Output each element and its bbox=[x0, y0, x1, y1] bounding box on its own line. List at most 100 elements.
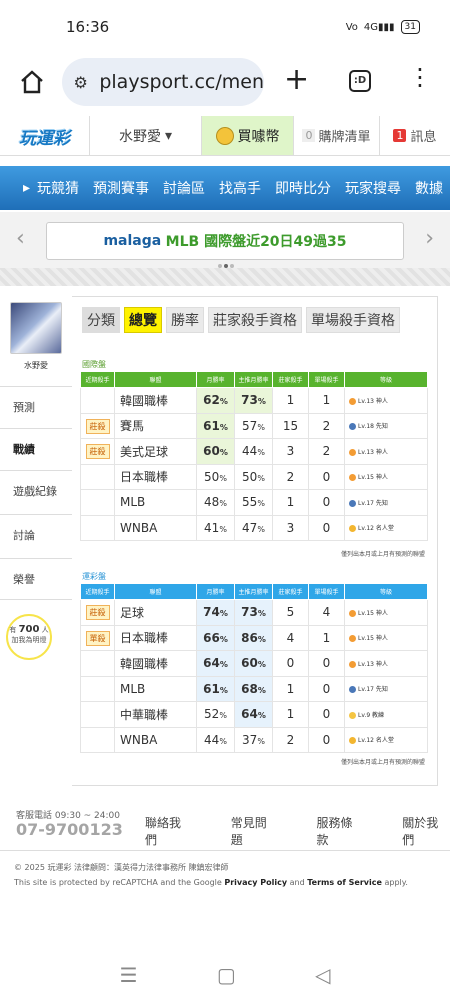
fans-lightbulb[interactable]: 有 700 人 加我為明燈 bbox=[6, 614, 52, 660]
site-settings-icon[interactable]: ⚙ bbox=[62, 73, 99, 92]
footer-link-faq[interactable]: 常見問題 bbox=[231, 814, 279, 848]
back-icon[interactable]: ◁ bbox=[315, 963, 330, 987]
avatar[interactable] bbox=[10, 302, 62, 354]
league-cell[interactable]: 足球 bbox=[114, 599, 197, 626]
league-cell[interactable]: MLB bbox=[114, 489, 197, 516]
intl-section-title: 國際盤 bbox=[82, 360, 106, 369]
killer-tag-cell bbox=[80, 650, 115, 677]
service-phone[interactable]: 07-9700123 bbox=[16, 820, 123, 839]
league-cell[interactable]: 美式足球 bbox=[114, 438, 197, 465]
sidebar-item-predict[interactable]: 預測 bbox=[0, 386, 72, 428]
league-cell[interactable]: 賽馬 bbox=[114, 412, 197, 439]
killer-tag: 單殺 bbox=[85, 630, 110, 646]
chevron-right-icon[interactable]: › bbox=[425, 226, 434, 251]
level-medal-icon bbox=[349, 423, 356, 431]
table-row: 莊殺 賽馬 61% 57% 15 2 Lv.18 先知 bbox=[80, 412, 428, 439]
tab-banker-killer[interactable]: 莊家殺手資格 bbox=[208, 307, 302, 333]
level-medal-icon bbox=[349, 686, 356, 694]
level-medal-icon bbox=[349, 737, 356, 745]
nav-item[interactable]: 找高手 bbox=[212, 178, 268, 198]
terms-link[interactable]: Terms of Service bbox=[307, 878, 382, 887]
divider bbox=[0, 850, 450, 851]
divider-stripe bbox=[0, 268, 450, 286]
site-logo[interactable]: 玩運彩 bbox=[0, 116, 90, 156]
single-killer-cell: 0 bbox=[308, 650, 345, 677]
chevron-left-icon[interactable]: ‹ bbox=[16, 226, 25, 251]
level-cell: Lv.12 名人堂 bbox=[344, 514, 428, 541]
cart-button[interactable]: 0 購牌清單 bbox=[294, 116, 380, 155]
copyright-text: © 2025 玩運彩 法律顧問：漢英得力法律事務所 陳鎮宏律師 bbox=[14, 863, 229, 872]
single-killer-cell: 4 bbox=[308, 599, 345, 626]
category-tabs: 分類 總覽 勝率 莊家殺手資格 單場殺手資格 bbox=[82, 307, 400, 333]
level-medal-icon bbox=[349, 660, 356, 668]
killer-tag-cell: 單殺 bbox=[80, 624, 115, 651]
killer-tag-cell bbox=[80, 463, 115, 490]
league-cell[interactable]: MLB bbox=[114, 675, 197, 702]
killer-tag: 莊殺 bbox=[85, 418, 110, 434]
ticker-user: malaga bbox=[103, 233, 162, 249]
killer-tag: 莊殺 bbox=[85, 605, 110, 621]
league-cell[interactable]: 韓國職棒 bbox=[114, 387, 197, 414]
table-header-row: 近期殺手 聯盟 月勝率 主推月勝率 莊家殺手 單場殺手 等級 bbox=[80, 583, 428, 600]
single-killer-cell: 0 bbox=[308, 701, 345, 728]
tab-single-killer[interactable]: 單場殺手資格 bbox=[306, 307, 400, 333]
nav-item[interactable]: 討論區 bbox=[156, 178, 212, 198]
sidebar-item-record[interactable]: 戰績 bbox=[0, 428, 72, 470]
banker-killer-cell: 1 bbox=[272, 489, 309, 516]
footer-link-contact[interactable]: 聯絡我們 bbox=[145, 814, 193, 848]
buy-coins-button[interactable]: 買噱幣 bbox=[202, 116, 294, 155]
nav-item[interactable]: 即時比分 bbox=[268, 178, 338, 198]
banker-killer-cell: 2 bbox=[272, 463, 309, 490]
league-cell[interactable]: 中華職棒 bbox=[114, 701, 197, 728]
table-row: 單殺 日本職棒 66% 86% 4 1 Lv.15 神人 bbox=[80, 624, 428, 651]
sidebar-item-game-log[interactable]: 遊戲紀錄 bbox=[0, 470, 72, 512]
fans-caption: 加我為明燈 bbox=[11, 636, 47, 644]
recents-icon[interactable]: ☰ bbox=[120, 963, 138, 987]
footer-link-terms[interactable]: 服務條款 bbox=[317, 814, 365, 848]
month-rate-cell: 52% bbox=[196, 701, 235, 728]
nav-item[interactable]: 玩家搜尋 bbox=[338, 178, 408, 198]
sidebar-username: 水野愛 bbox=[24, 361, 48, 370]
more-menu-icon[interactable]: · · · bbox=[410, 58, 430, 98]
nav-item[interactable]: 玩競猜 bbox=[30, 178, 86, 198]
league-cell[interactable]: 韓國職棒 bbox=[114, 650, 197, 677]
user-dropdown[interactable]: 水野愛 ▾ bbox=[90, 116, 202, 155]
home-button-icon[interactable]: ▢ bbox=[217, 963, 236, 987]
sidebar-item-honor[interactable]: 榮譽 bbox=[0, 558, 72, 600]
table-row: MLB 48% 55% 1 0 Lv.17 先知 bbox=[80, 489, 428, 516]
caret-down-icon: ▾ bbox=[164, 127, 173, 144]
league-cell[interactable]: WNBA bbox=[114, 514, 197, 541]
cart-label: 購牌清單 bbox=[318, 130, 371, 145]
league-cell[interactable]: 日本職棒 bbox=[114, 463, 197, 490]
level-cell: Lv.15 神人 bbox=[344, 599, 428, 626]
level-cell: Lv.12 名人堂 bbox=[344, 726, 428, 753]
killer-tag-cell bbox=[80, 726, 115, 753]
table-row: 韓國職棒 62% 73% 1 1 Lv.13 神人 bbox=[80, 387, 428, 414]
nav-item[interactable]: 數據 bbox=[408, 178, 450, 198]
league-cell[interactable]: 日本職棒 bbox=[114, 624, 197, 651]
banker-killer-cell: 3 bbox=[272, 438, 309, 465]
level-medal-icon bbox=[349, 448, 356, 456]
nav-arrow-icon: ▸ bbox=[23, 180, 31, 196]
tab-overview[interactable]: 總覽 bbox=[124, 307, 162, 333]
main-rate-cell: 47% bbox=[234, 514, 273, 541]
killer-tag-cell bbox=[80, 489, 115, 516]
messages-button[interactable]: 1 訊息 bbox=[380, 116, 450, 155]
footer-link-about[interactable]: 關於我們 bbox=[402, 814, 450, 848]
killer-tag: 莊殺 bbox=[85, 444, 110, 460]
new-tab-icon[interactable]: + bbox=[284, 62, 309, 97]
lottery-table: 近期殺手 聯盟 月勝率 主推月勝率 莊家殺手 單場殺手 等級 莊殺 足球 74% 73% 5 4… bbox=[80, 583, 428, 753]
tab-switcher-button[interactable]: :D bbox=[349, 70, 371, 92]
address-bar[interactable]: ⚙ playsport.cc/men bbox=[62, 58, 264, 106]
main-rate-cell: 44% bbox=[234, 438, 273, 465]
sidebar-item-discuss[interactable]: 討論 bbox=[0, 514, 72, 556]
home-icon[interactable] bbox=[18, 68, 46, 96]
month-rate-cell: 62% bbox=[196, 387, 235, 414]
tab-win-rate[interactable]: 勝率 bbox=[166, 307, 204, 333]
league-cell[interactable]: WNBA bbox=[114, 726, 197, 753]
privacy-policy-link[interactable]: Privacy Policy bbox=[224, 878, 287, 887]
nav-item[interactable]: 預測賽事 bbox=[86, 178, 156, 198]
ticker-item[interactable]: malaga MLB 國際盤近20日49過35 bbox=[46, 222, 404, 260]
single-killer-cell: 0 bbox=[308, 726, 345, 753]
url-text: playsport.cc/men bbox=[99, 71, 264, 93]
